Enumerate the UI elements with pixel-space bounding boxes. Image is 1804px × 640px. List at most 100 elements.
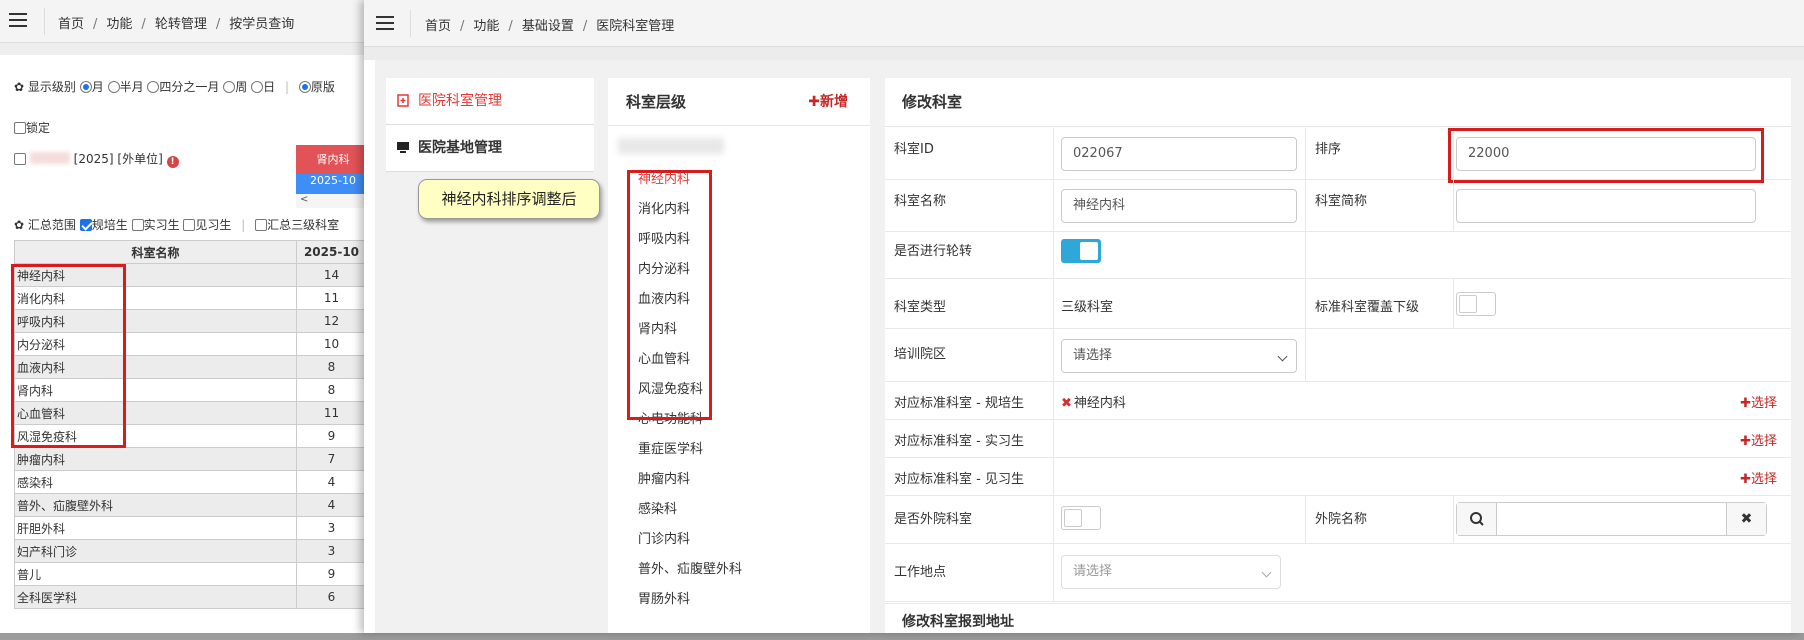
cell-dept-name: 妇产科门诊 [14, 539, 297, 563]
row-name-short: 科室名称 神经内科 科室简称 [885, 180, 1791, 232]
tree-node[interactable]: 胃肠外科 [638, 585, 742, 615]
menu-icon[interactable] [376, 16, 394, 30]
tree-header: 科室层级 ✚新增 [608, 78, 870, 126]
radio-half-month[interactable] [107, 81, 120, 93]
lock-checkbox[interactable] [14, 122, 26, 134]
dept-id-input[interactable]: 022067 [1061, 137, 1297, 171]
nav-label: 医院基地管理 [418, 140, 502, 156]
campus-select[interactable]: 请选择 [1061, 339, 1297, 373]
choose-trainee-button[interactable]: ✚选择 [1740, 468, 1777, 487]
dept-tree-panel: 科室层级 ✚新增 神经内科 消化内科 呼吸内科 内分泌科 血液内科 肾内科 心血管科 风湿免疫… [608, 78, 870, 633]
radio-week[interactable] [223, 81, 236, 93]
search-button[interactable] [1457, 503, 1497, 535]
remove-icon[interactable]: ✖ [1061, 396, 1072, 411]
breadcrumb-item[interactable]: 轮转管理 [155, 17, 207, 32]
highlight-box-tree [627, 170, 712, 420]
table-row[interactable]: 肝胆外科 3 [14, 516, 367, 540]
dept-type-label: 科室类型 [894, 300, 947, 315]
cell-dept-name: 肝胆外科 [14, 516, 297, 540]
radio-month[interactable] [79, 81, 92, 93]
dept-id-label: 科室ID [894, 142, 934, 157]
std-resident-label: 对应标准科室 - 规培生 [894, 396, 1024, 411]
summary-label: 汇总范围 [27, 218, 76, 232]
cell-count: 8 [296, 355, 367, 379]
table-row[interactable]: 全科医学科 6 [14, 585, 367, 609]
std-cover-toggle[interactable] [1456, 292, 1496, 316]
breadcrumb-item[interactable]: 首页 [58, 17, 84, 32]
cell-count: 3 [296, 516, 367, 540]
external-toggle[interactable] [1061, 506, 1101, 530]
col-header-dept[interactable]: 科室名称 [14, 240, 297, 264]
checkbox-resident[interactable] [79, 219, 92, 231]
radio-day[interactable] [251, 81, 264, 93]
cell-count: 10 [296, 332, 367, 356]
front-body: 医院科室管理 医院基地管理 科室层级 ✚新增 神经内科 消化内科 呼吸内科 内分泌科血… [375, 60, 1804, 633]
table-row[interactable]: 肿瘤内科 7 [14, 447, 367, 471]
clear-button[interactable]: ✖ [1726, 503, 1766, 535]
student-checkbox[interactable] [14, 153, 26, 165]
report-address-title: 修改科室报到地址 [885, 603, 1791, 633]
nav-item-base-management[interactable]: 医院基地管理 [386, 125, 594, 172]
nav-label: 医院科室管理 [418, 93, 502, 109]
row-std-intern: 对应标准科室 - 实习生 ✚选择 [885, 420, 1791, 458]
table-row[interactable]: 感染科 4 [14, 470, 367, 494]
cell-count: 3 [296, 539, 367, 563]
lock-row: 锁定 [14, 119, 50, 136]
cell-dept-name: 感染科 [14, 470, 297, 494]
student-year: [2025] [73, 152, 114, 166]
row-std-trainee: 对应标准科室 - 见习生 ✚选择 [885, 458, 1791, 496]
radio-original[interactable] [298, 81, 311, 93]
cell-count: 12 [296, 309, 367, 333]
choose-intern-button[interactable]: ✚选择 [1740, 430, 1777, 449]
breadcrumb-item[interactable]: 功能 [106, 17, 132, 32]
external-name-input[interactable] [1498, 503, 1725, 535]
dept-button[interactable]: 肾内科 [296, 145, 370, 174]
table-row[interactable]: 普外、疝腹壁外科 4 [14, 493, 367, 517]
dept-name-label: 科室名称 [894, 194, 947, 209]
tree-node[interactable]: 重症医学科 [638, 435, 742, 465]
cell-count: 9 [296, 562, 367, 586]
plus-icon: ✚ [1740, 434, 1751, 449]
short-name-input[interactable] [1456, 189, 1756, 223]
radio-label: 日 [263, 80, 276, 94]
table-row[interactable]: 普儿 9 [14, 562, 367, 586]
workplace-select[interactable]: 请选择 [1061, 555, 1281, 589]
back-topbar: 首页 / 功能 / 轮转管理 / 按学员查询 [0, 0, 370, 43]
tree-node[interactable]: 感染科 [638, 495, 742, 525]
breadcrumb-item: 按学员查询 [229, 17, 295, 32]
campus-label: 培训院区 [894, 347, 947, 362]
breadcrumb-item[interactable]: 功能 [473, 19, 499, 34]
tree-root-redacted [618, 138, 724, 154]
dept-name-input[interactable]: 神经内科 [1061, 189, 1297, 223]
nav-item-dept-management[interactable]: 医院科室管理 [386, 78, 594, 125]
monitor-icon [397, 142, 409, 153]
tree-node[interactable]: 门诊内科 [638, 525, 742, 555]
add-dept-button[interactable]: ✚新增 [808, 78, 848, 126]
breadcrumb-item[interactable]: 基础设置 [522, 19, 574, 34]
lock-label: 锁定 [26, 121, 51, 135]
gear-icon: ✿ [14, 80, 25, 94]
choose-resident-button[interactable]: ✚选择 [1740, 392, 1777, 411]
rotation-toggle[interactable] [1061, 239, 1101, 263]
cell-dept-name: 普儿 [14, 562, 297, 586]
student-name-redacted [29, 152, 70, 164]
workplace-label: 工作地点 [894, 565, 947, 580]
breadcrumb-item[interactable]: 首页 [425, 19, 451, 34]
menu-icon[interactable] [9, 13, 27, 27]
scroll-left-arrow[interactable]: < [296, 194, 370, 208]
student-row: [2025] [外单位] ! [14, 150, 179, 168]
radio-quarter-month[interactable] [147, 81, 160, 93]
checkbox-trainee[interactable] [183, 219, 196, 231]
form-title: 修改科室 [885, 78, 1791, 127]
dept-type-value: 三级科室 [1061, 300, 1114, 315]
display-level-label: 显示级别 [27, 80, 76, 94]
col-header-month[interactable]: 2025-10 [296, 240, 367, 264]
info-icon[interactable]: ! [166, 156, 179, 168]
external-name-search: ✖ [1456, 502, 1767, 536]
checkbox-intern[interactable] [131, 219, 144, 231]
tree-node[interactable]: 普外、疝腹壁外科 [638, 555, 742, 585]
checkbox-summary-level3[interactable] [255, 219, 268, 231]
tree-node[interactable]: 肿瘤内科 [638, 465, 742, 495]
table-row[interactable]: 妇产科门诊 3 [14, 539, 367, 563]
cell-dept-name: 普外、疝腹壁外科 [14, 493, 297, 517]
